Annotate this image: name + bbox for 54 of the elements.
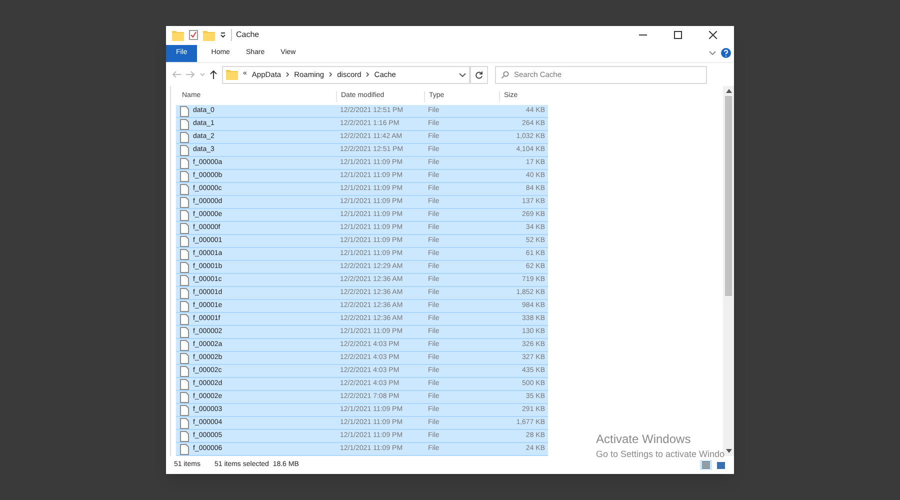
search-icon	[501, 70, 509, 78]
chevron-icon[interactable]	[709, 51, 716, 55]
file-icon	[180, 144, 189, 156]
file-icon	[180, 170, 189, 182]
checkbox-icon	[189, 30, 198, 40]
tiles-view-icon[interactable]	[716, 460, 726, 470]
file-icon	[180, 158, 189, 168]
folder-icon	[226, 69, 238, 80]
file-icon	[180, 196, 189, 208]
file-icon	[180, 132, 189, 142]
file-icon	[180, 300, 189, 312]
file-icon	[180, 314, 189, 324]
file-icon	[180, 210, 189, 220]
file-icon	[180, 288, 189, 298]
dropdown-icon[interactable]	[220, 32, 226, 38]
file-icon	[180, 340, 189, 350]
separator-icon	[366, 72, 370, 77]
file-icon	[180, 184, 189, 194]
scroll-down-icon[interactable]	[726, 448, 732, 454]
file-icon	[180, 262, 189, 272]
file-icon	[180, 118, 189, 130]
file-icon	[180, 430, 189, 442]
file-icon	[180, 378, 189, 390]
file-icon	[180, 274, 189, 286]
up-icon[interactable]	[210, 70, 217, 79]
dropdown-icon[interactable]	[459, 72, 466, 76]
scroll-up-icon[interactable]	[726, 88, 732, 94]
scrollbar[interactable]	[723, 86, 734, 456]
scroll-thumb[interactable]	[725, 96, 732, 296]
file-icon	[180, 326, 189, 338]
maximize-icon	[674, 31, 682, 39]
file-icon	[180, 444, 189, 454]
activation-title: Activate Windows	[596, 431, 692, 448]
separator-icon	[286, 72, 290, 77]
file-icon	[180, 404, 189, 416]
file-icon	[180, 352, 189, 364]
window-title: Cache	[231, 29, 260, 41]
close-icon	[709, 31, 717, 39]
file-icon	[180, 366, 189, 376]
file-icon	[180, 418, 189, 428]
new-folder-icon	[203, 30, 215, 40]
separator-icon	[329, 72, 332, 77]
file-icon	[180, 222, 189, 234]
file-icon	[180, 236, 189, 246]
file-icon	[180, 248, 189, 260]
refresh-button[interactable]	[470, 66, 488, 84]
file-icon	[180, 106, 189, 116]
refresh-icon	[475, 70, 483, 78]
minimize-icon	[639, 34, 647, 36]
folder-icon	[172, 30, 184, 40]
details-view-icon[interactable]	[700, 460, 712, 470]
help-icon[interactable]	[721, 48, 731, 58]
activation-text: Go to Settings to activate Windo	[596, 448, 725, 461]
file-icon	[180, 392, 189, 402]
